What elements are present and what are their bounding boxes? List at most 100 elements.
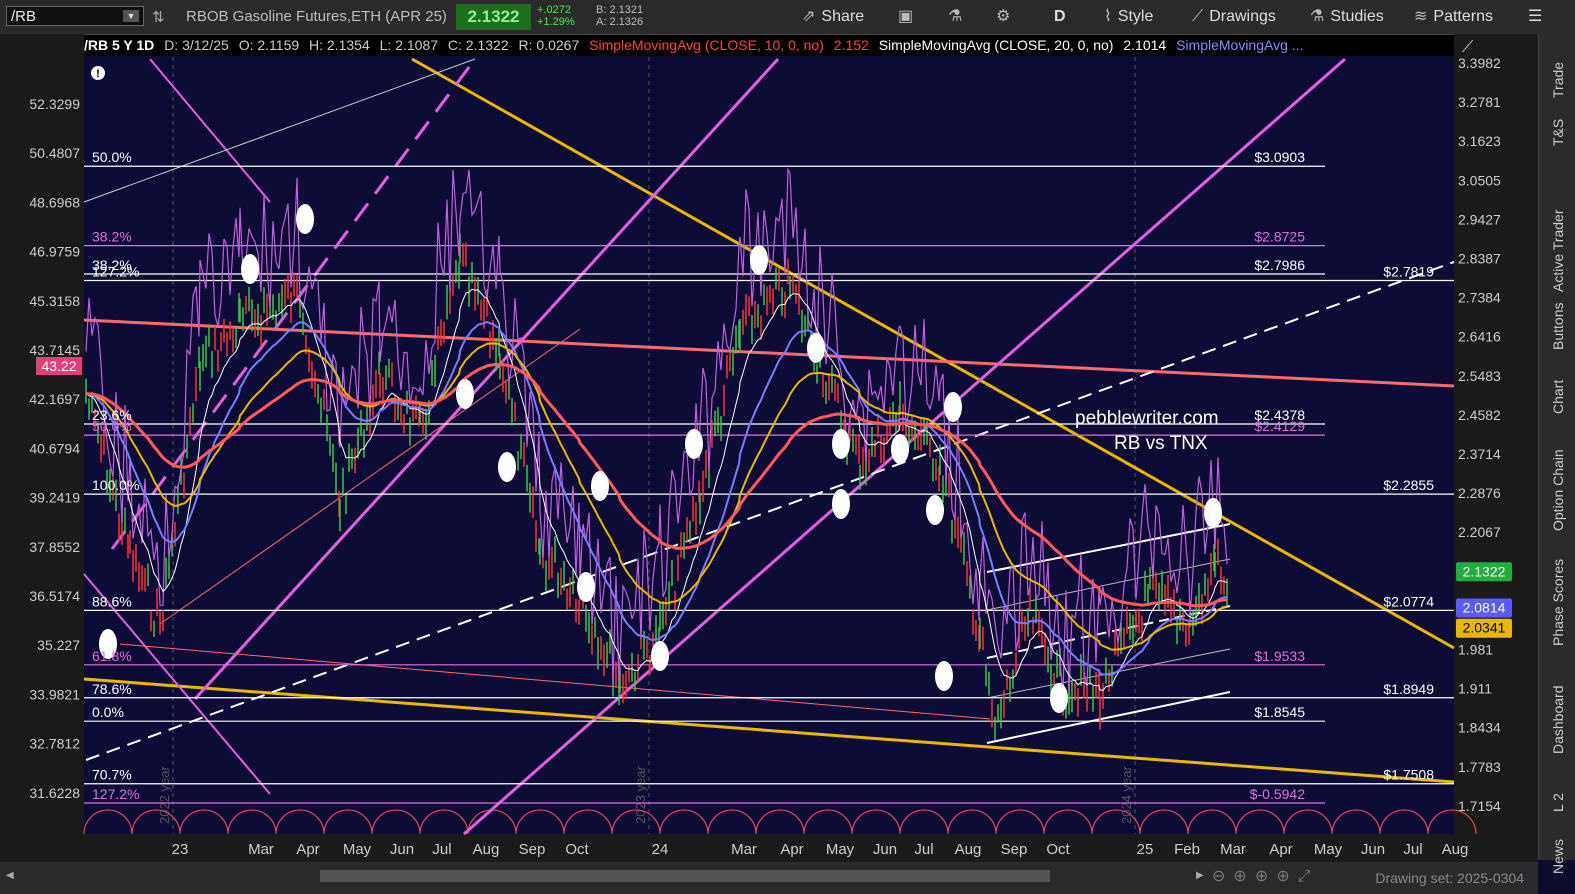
side-tab-phase-scores[interactable]: Phase Scores [1539,559,1575,666]
gear-icon: ⚙ [996,8,1011,25]
settings-button[interactable]: ⚙ [996,6,1016,28]
side-tab-label: Trade [1550,61,1566,98]
x-axis-tick: Oct [565,841,589,858]
fib-left-label: 50.0% [92,418,132,434]
fib-left-label: 50.0% [92,149,132,165]
right-axis-tick: 3.3982 [1458,55,1501,71]
timeframe-button[interactable]: D [1054,6,1066,28]
left-axis-badge-text: 43.22 [41,358,76,374]
patterns-button[interactable]: ≋ Patterns [1414,6,1493,28]
last-price: 2.1322 [456,4,531,30]
right-axis-tick: 3.2781 [1458,94,1501,110]
fib-right-label: $1.9533 [1254,648,1305,664]
share-button[interactable]: ⇗ Share [802,6,864,28]
menu-icon[interactable]: ☰ [1528,6,1542,28]
drawings-button[interactable]: ⟋ Drawings [1192,6,1276,28]
side-tab-chart[interactable]: Chart [1539,380,1575,434]
left-axis-tick: 36.5174 [29,588,80,604]
side-tab-label: T&S [1550,118,1566,146]
pivot-oval [1050,683,1068,713]
pivot-oval [685,429,703,459]
pivot-oval [456,379,474,409]
left-axis-tick: 52.3299 [29,96,80,112]
left-axis-tick: 37.8552 [29,539,80,555]
bid-value: B: 2.1321 [596,4,644,16]
scroll-left-icon[interactable]: ◀ [6,870,14,881]
side-tab-label: Dashboard [1550,685,1566,755]
side-tab-label: Phase Scores [1550,558,1566,646]
pivot-oval [241,254,259,284]
fib-left-label: 127.2% [92,786,139,802]
x-axis-tick: Mar [731,841,757,858]
side-tab-news[interactable]: News [1539,839,1575,894]
symbol-input[interactable]: /RB ▼ [6,6,144,26]
right-axis-tick: 2.8387 [1458,251,1501,267]
fib-right-label: $1.7508 [1383,767,1434,783]
change-percent: +1.29% [537,16,575,28]
right-axis-tick: 2.4582 [1458,407,1501,423]
ask-value: A: 2.1326 [596,16,644,28]
chevron-down-icon[interactable]: ▼ [123,10,139,22]
left-axis-tick: 35.227 [37,637,80,653]
share-label: Share [821,8,865,25]
flask-button[interactable]: ⚗ [948,6,968,28]
pivot-oval [651,641,669,671]
change-value: +.0272 [537,4,571,16]
fib-right-label: $3.0903 [1254,149,1305,165]
horizontal-scrollbar[interactable] [320,870,1050,882]
right-axis-tick: 3.1623 [1458,133,1501,149]
pivot-oval [807,333,825,363]
x-axis-tick: Oct [1046,841,1070,858]
patterns-label: Patterns [1433,8,1493,25]
side-tab-label: Buttons [1550,302,1566,350]
x-axis-tick: Feb [1174,841,1200,858]
bottom-bar: ◀ ▶ ⊖⊕⊕⊕⤢ Drawing set: 2025-0304 [0,862,1538,894]
style-button[interactable]: ⌇ Style [1104,6,1153,28]
price-badge-text: 2.0341 [1463,620,1506,636]
studies-button[interactable]: ⚗ Studies [1310,6,1384,28]
pivot-oval [832,429,850,459]
left-axis-tick: 48.6968 [29,194,80,210]
left-axis-tick: 39.2419 [29,490,80,506]
alert-icon[interactable]: ! [91,66,105,80]
side-tab-buttons[interactable]: Buttons [1539,303,1575,370]
fib-right-label: $2.7819 [1383,263,1434,279]
x-axis-tick: Jun [390,841,414,858]
snapshot-button[interactable]: ▣ [898,6,919,28]
right-axis-tick: 3.0505 [1458,172,1501,188]
x-axis-tick: Jun [873,841,897,858]
fib-left-label: 100.0% [92,477,139,493]
scroll-right-icon[interactable]: ▶ [1196,870,1204,881]
side-tab-label: News [1550,838,1566,874]
price-badges: 2.1322 2.0814 2.0341 [1456,562,1512,638]
left-axis: 52.3299 50.4807 48.6968 46.9759 45.3158 43.71… [29,96,82,801]
fib-left-label: 70.7% [92,767,132,783]
pencil-icon: ⟋ [1192,8,1204,25]
x-axis-tick: Jul [432,841,451,858]
side-tab-t-s[interactable]: T&S [1539,119,1575,166]
pivot-oval [750,245,768,275]
link-icon[interactable]: ⇅ [152,8,165,26]
side-tab-option-chain[interactable]: Option Chain [1539,449,1575,551]
side-tab-l-2[interactable]: L 2 [1539,793,1575,832]
pivot-oval [935,661,953,691]
side-tab-dashboard[interactable]: Dashboard [1539,686,1575,774]
zoom-controls[interactable]: ⊖⊕⊕⊕⤢ [1212,866,1318,886]
toolbar: /RB ▼ ⇅ RBOB Gasoline Futures,ETH (APR 2… [0,0,1575,35]
svg-text:⟋: ⟋ [1462,39,1474,56]
fib-right-label: $1.8949 [1383,681,1434,697]
side-tab-trade[interactable]: Trade [1539,62,1575,118]
share-icon: ⇗ [802,8,816,25]
camera-icon: ▣ [898,8,914,25]
left-axis-tick: 33.9821 [29,686,80,702]
right-axis-tick: 2.7384 [1458,290,1501,306]
left-axis-tick: 31.6228 [29,785,80,801]
expand-icon[interactable]: ⟋ [1462,39,1474,56]
left-axis-tick: 45.3158 [29,293,80,309]
left-axis-tick: 43.7145 [29,342,80,358]
side-tab-label: Option Chain [1550,449,1566,531]
price-chart[interactable]: 2022 year 2023 year 2024 year ! 3.39823.27… [0,34,1538,862]
year-label: 2022 year [157,766,172,824]
x-axis-tick: May [826,841,855,858]
drawings-label: Drawings [1209,8,1276,25]
